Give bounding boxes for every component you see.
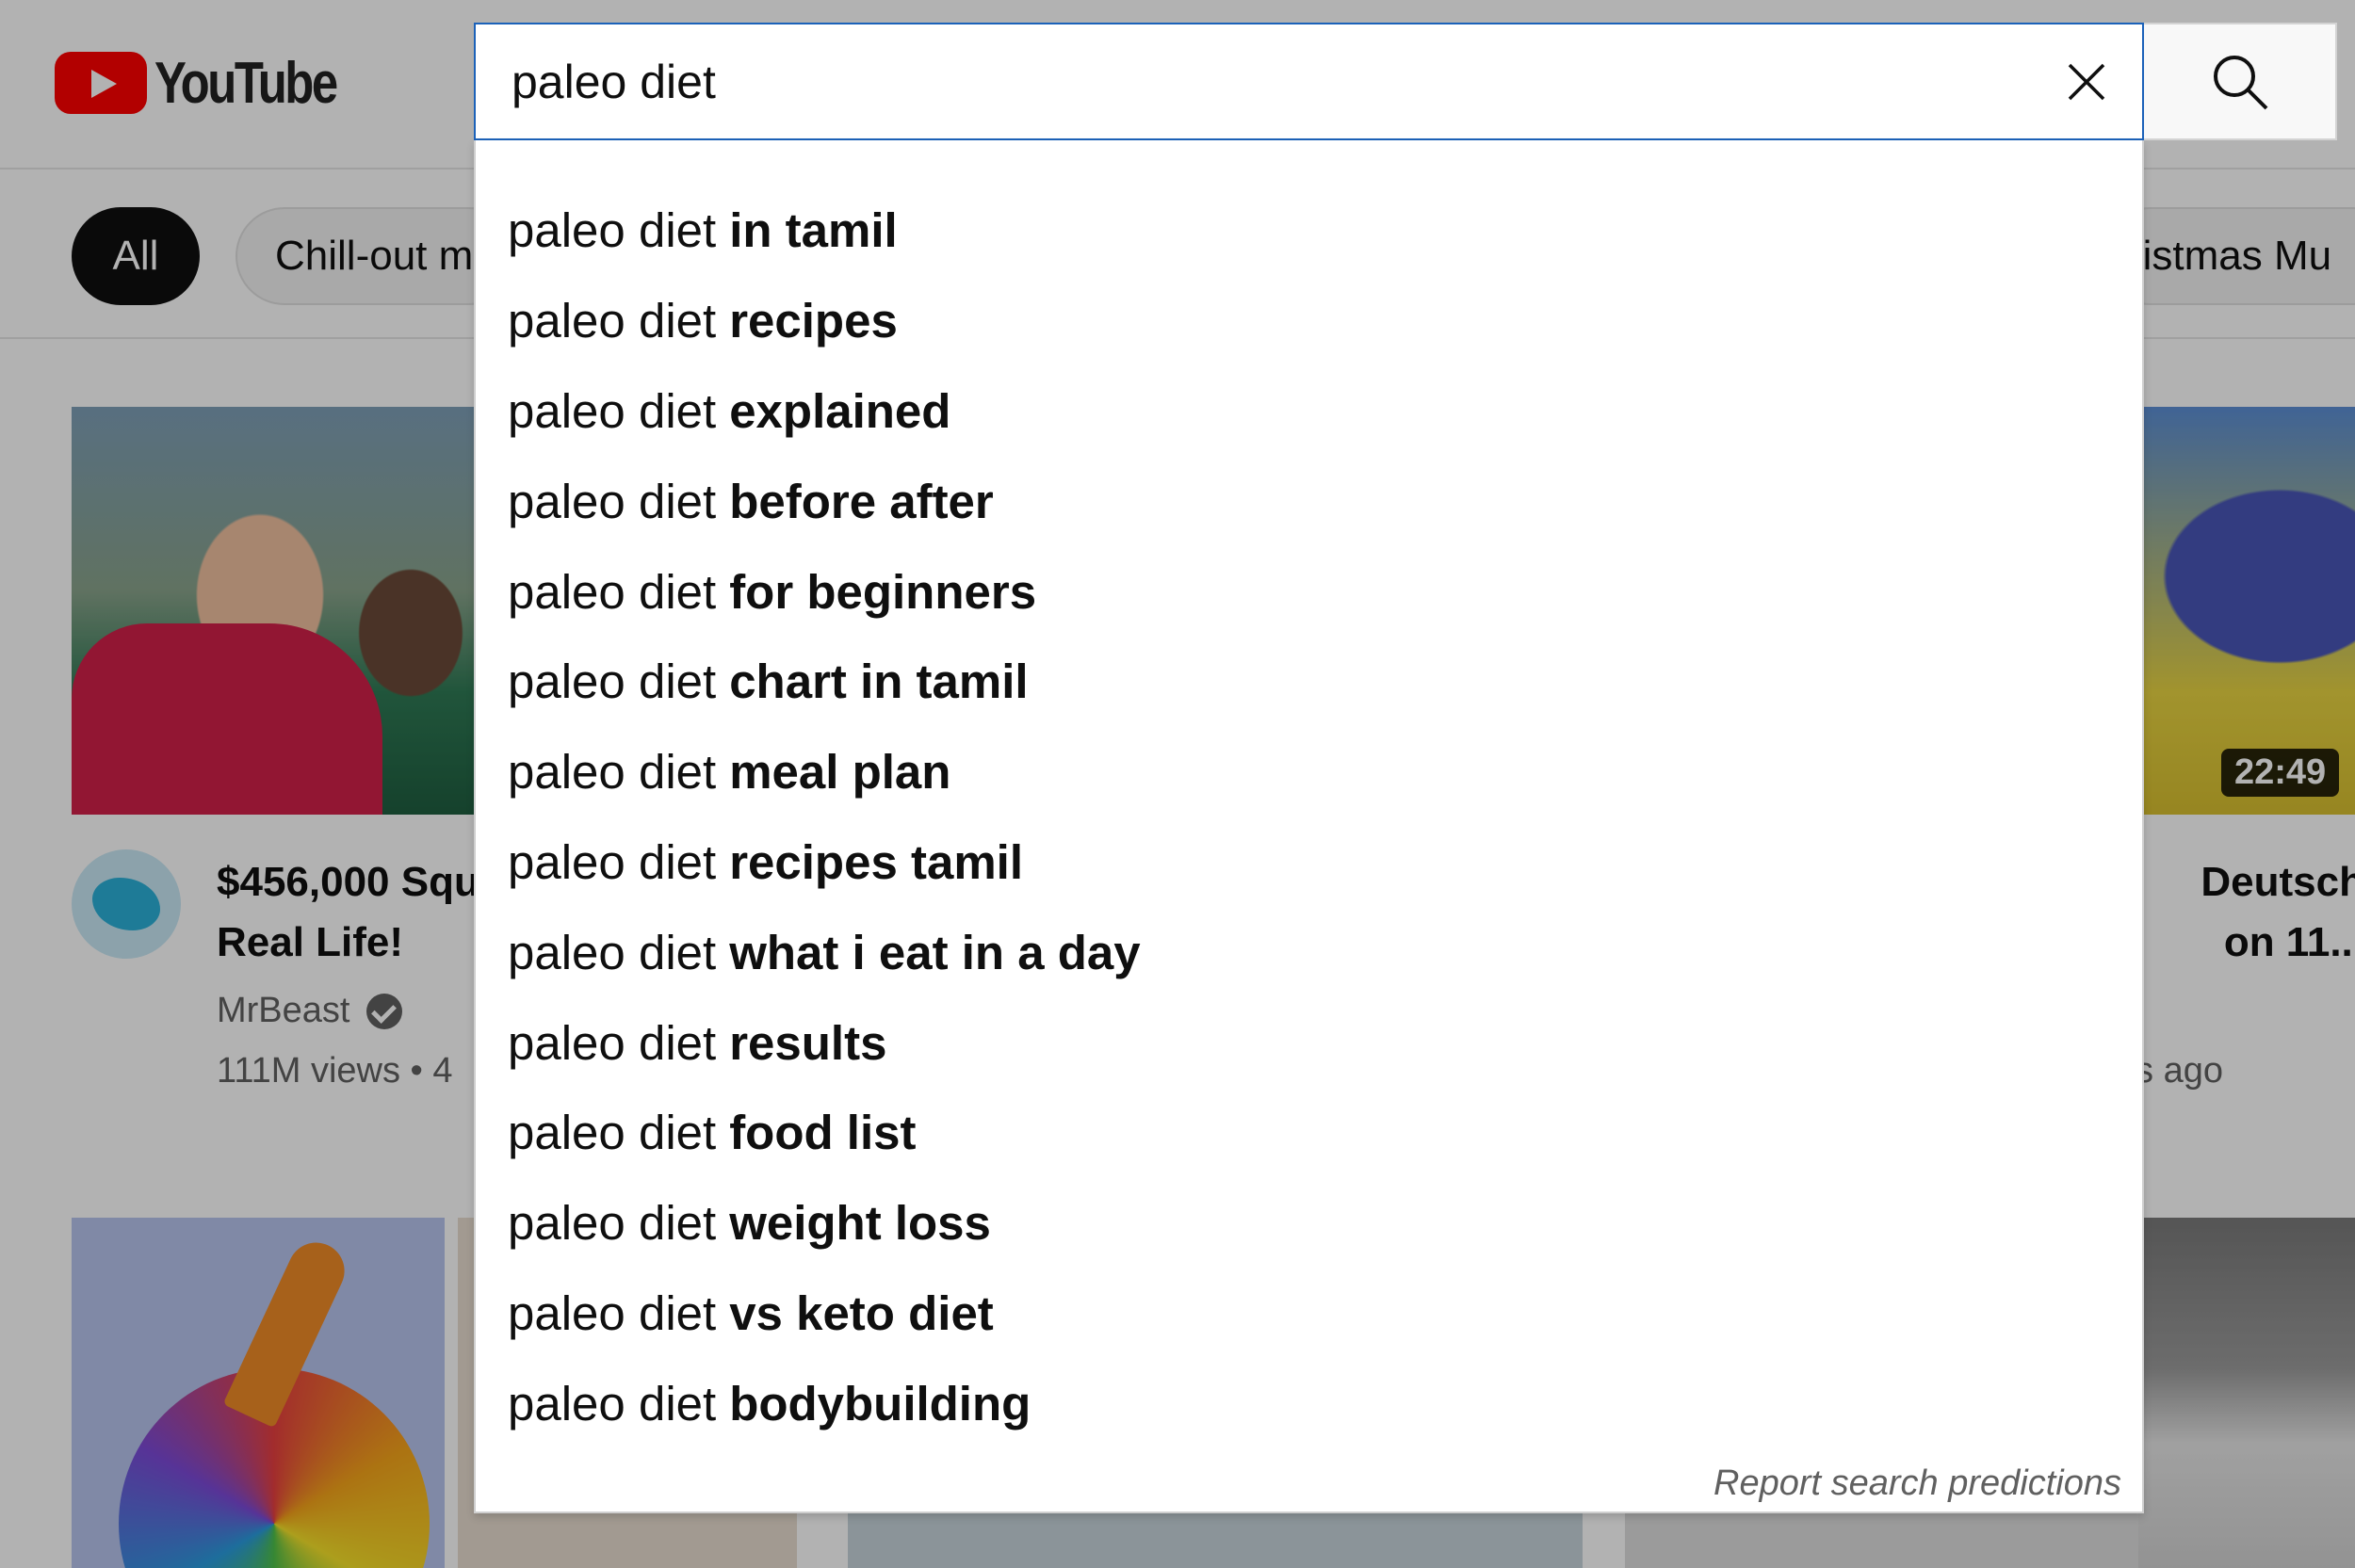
suggestion-typed-text: paleo diet [508, 564, 717, 619]
suggestion-typed-text: paleo diet [508, 925, 717, 979]
suggestion-typed-text: paleo diet [508, 294, 717, 348]
report-search-predictions-link[interactable]: Report search predictions [1713, 1463, 2121, 1504]
suggestion-completion-text: meal plan [729, 745, 951, 800]
search-input[interactable] [512, 47, 1925, 117]
suggestion-completion-text: chart in tamil [729, 655, 1029, 709]
suggestion-typed-text: paleo diet [508, 203, 717, 258]
suggestion-item[interactable]: paleo diet results [476, 997, 2142, 1088]
suggestion-completion-text: results [729, 1015, 887, 1070]
suggestion-item[interactable]: paleo diet before after [476, 456, 2142, 546]
search-suggestions-dropdown: paleo diet in tamil paleo diet recipes paleo… [474, 140, 2144, 1513]
clear-search-button[interactable] [2052, 47, 2121, 117]
suggestion-completion-text: explained [729, 383, 951, 438]
suggestion-item[interactable]: paleo diet explained [476, 366, 2142, 457]
suggestion-typed-text: paleo diet [508, 745, 717, 800]
suggestion-item[interactable]: paleo diet in tamil [476, 186, 2142, 276]
suggestion-item[interactable]: paleo diet meal plan [476, 727, 2142, 817]
suggestion-completion-text: what i eat in a day [729, 925, 1141, 979]
suggestion-item[interactable]: paleo diet vs keto diet [476, 1269, 2142, 1359]
suggestion-typed-text: paleo diet [508, 655, 717, 709]
suggestion-typed-text: paleo diet [508, 1196, 717, 1251]
suggestion-typed-text: paleo diet [508, 474, 717, 528]
suggestion-list: paleo diet in tamil paleo diet recipes paleo… [476, 186, 2142, 1448]
suggestion-item[interactable]: paleo diet chart in tamil [476, 637, 2142, 727]
suggestion-typed-text: paleo diet [508, 1376, 717, 1431]
suggestion-completion-text: weight loss [729, 1196, 991, 1251]
suggestion-item[interactable]: paleo diet food list [476, 1088, 2142, 1178]
suggestion-typed-text: paleo diet [508, 1285, 717, 1340]
suggestion-completion-text: bodybuilding [729, 1376, 1031, 1431]
suggestion-typed-text: paleo diet [508, 1106, 717, 1160]
suggestion-item[interactable]: paleo diet weight loss [476, 1178, 2142, 1269]
close-icon [2068, 63, 2105, 101]
suggestion-completion-text: food list [729, 1106, 917, 1160]
suggestion-item[interactable]: paleo diet recipes [476, 276, 2142, 366]
suggestion-completion-text: for beginners [729, 564, 1037, 619]
suggestion-completion-text: recipes [729, 294, 898, 348]
suggestion-item[interactable]: paleo diet what i eat in a day [476, 907, 2142, 997]
suggestion-completion-text: recipes tamil [729, 834, 1024, 889]
suggestion-typed-text: paleo diet [508, 383, 717, 438]
suggestion-completion-text: before after [729, 474, 994, 528]
suggestion-completion-text: in tamil [729, 203, 898, 258]
suggestion-completion-text: vs keto diet [729, 1285, 994, 1340]
suggestion-typed-text: paleo diet [508, 834, 717, 889]
search-button[interactable] [2144, 23, 2337, 140]
suggestion-item[interactable]: paleo diet recipes tamil [476, 817, 2142, 908]
search-icon [2213, 55, 2267, 109]
suggestion-typed-text: paleo diet [508, 1015, 717, 1070]
suggestion-item[interactable]: paleo diet bodybuilding [476, 1358, 2142, 1448]
suggestion-item[interactable]: paleo diet for beginners [476, 546, 2142, 637]
search-box [474, 23, 2144, 140]
